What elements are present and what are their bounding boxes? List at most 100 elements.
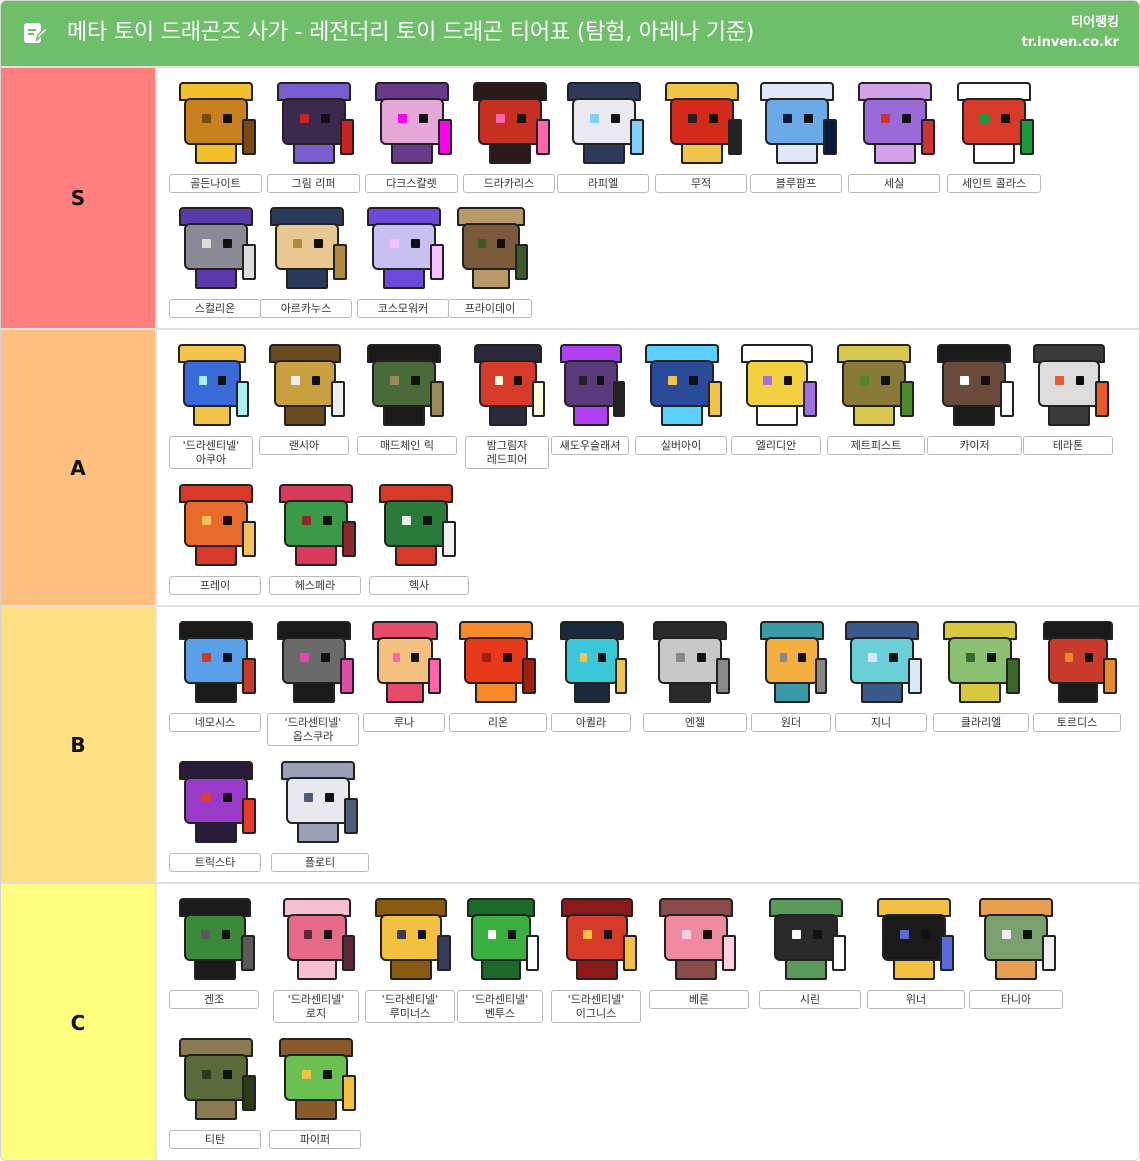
portrait-head — [284, 1053, 348, 1101]
portrait-eye — [959, 376, 969, 385]
dragon-card[interactable]: 아르카누스 — [260, 203, 352, 328]
dragon-card[interactable]: '드라센티넬' 루미너스 — [365, 894, 455, 1034]
dragon-card[interactable]: 겐조 — [169, 894, 259, 1034]
dragon-portrait — [172, 78, 260, 168]
dragon-card[interactable]: 세인트 콜라스 — [947, 78, 1041, 203]
dragon-card[interactable]: 헥사 — [369, 480, 469, 605]
dragon-card[interactable]: 파이퍼 — [269, 1034, 361, 1159]
portrait-eye — [1055, 376, 1064, 385]
dragon-portrait — [560, 78, 648, 168]
dragon-portrait — [172, 203, 260, 293]
dragon-name-tag: '드라센티넬' 아쿠아 — [169, 436, 253, 469]
dragon-card[interactable]: 지니 — [835, 617, 927, 757]
portrait-eye — [389, 376, 399, 385]
dragon-name: 헥사 — [408, 578, 430, 592]
dragon-card[interactable]: 리온 — [449, 617, 547, 757]
dragon-card[interactable]: 위너 — [867, 894, 965, 1034]
portrait-body — [390, 958, 432, 981]
portrait-head — [1038, 359, 1100, 407]
portrait-body — [285, 267, 329, 290]
dragon-card[interactable]: '드라센티넬' 옵스쿠라 — [267, 617, 359, 757]
dragon-name-tag: 카이저 — [927, 436, 1022, 455]
portrait-eye — [583, 930, 592, 939]
dragon-card[interactable]: 루나 — [363, 617, 445, 757]
dragon-card[interactable]: 그림 리퍼 — [267, 78, 360, 203]
dragon-card[interactable]: 플로티 — [271, 757, 369, 882]
portrait-prop — [515, 244, 528, 281]
portrait-eye — [314, 239, 323, 248]
dragon-name: 제트피스트 — [850, 438, 902, 452]
dragon-card[interactable]: 베론 — [649, 894, 749, 1034]
dragon-card[interactable]: 스컬리온 — [169, 203, 261, 328]
dragon-card[interactable]: 라피엘 — [557, 78, 649, 203]
dragon-name: 원더 — [780, 715, 802, 729]
dragon-card[interactable]: 트릭스타 — [169, 757, 261, 882]
dragon-card[interactable]: 프라이데이 — [448, 203, 532, 328]
portrait-prop — [240, 935, 255, 972]
portrait-prop — [716, 658, 731, 695]
dragon-card[interactable]: 네모시스 — [169, 617, 261, 757]
portrait-body — [194, 267, 238, 290]
portrait-body — [194, 1098, 238, 1121]
dragon-name-line2: 레드피어 — [486, 452, 528, 466]
dragon-card[interactable]: 아퀼라 — [551, 617, 631, 757]
portrait-eye — [902, 114, 911, 123]
dragon-card[interactable]: 코스모워커 — [357, 203, 449, 328]
portrait-prop — [242, 244, 257, 281]
dragon-card[interactable]: 시린 — [759, 894, 861, 1034]
dragon-card[interactable]: 세실 — [848, 78, 940, 203]
portrait-eye — [323, 930, 332, 939]
dragon-name: 섀도우슬래셔 — [559, 438, 621, 452]
dragon-name: 루나 — [393, 715, 415, 729]
portrait-eye — [321, 114, 330, 123]
portrait-body — [194, 958, 236, 981]
dragon-name-tag: 리온 — [449, 713, 547, 732]
dragon-card[interactable]: 티탄 — [169, 1034, 261, 1159]
portrait-prop — [1020, 119, 1035, 156]
dragon-card[interactable]: 랜시아 — [259, 340, 349, 480]
dragon-card[interactable]: '드라센티넬' 아쿠아 — [169, 340, 253, 480]
dragon-card[interactable]: 헤스페라 — [269, 480, 361, 605]
dragon-card[interactable]: 섀도우슬래셔 — [551, 340, 629, 480]
portrait-body — [194, 544, 238, 567]
dragon-name: 토르디스 — [1056, 715, 1098, 729]
dragon-name: 프라이데이 — [464, 301, 516, 315]
dragon-card[interactable]: 매드체인 릭 — [357, 340, 457, 480]
dragon-card[interactable]: 엔젤 — [643, 617, 747, 757]
dragon-name: 파이퍼 — [299, 1132, 331, 1146]
dragon-card[interactable]: 무적 — [655, 78, 747, 203]
dragon-card[interactable]: 엘리디안 — [731, 340, 821, 480]
portrait-eye — [1075, 376, 1085, 385]
dragon-card[interactable]: 원더 — [751, 617, 831, 757]
site-brand[interactable]: 티어랭킹 tr.inven.co.kr — [1021, 13, 1119, 53]
dragon-card[interactable]: 블루팜프 — [750, 78, 842, 203]
tier-items: 겐조 '드라센티넬' 로지 '드라센티넬' 루미너스 '드라센티넬' 벤투스 '드라센티넬' 이… — [159, 884, 1139, 1160]
dragon-card[interactable]: '드라센티넬' 로지 — [273, 894, 359, 1034]
dragon-card[interactable]: 드라카리스 — [463, 78, 555, 203]
dragon-card[interactable]: 타니아 — [969, 894, 1063, 1034]
dragon-portrait — [172, 617, 260, 707]
portrait-eye — [507, 930, 516, 939]
portrait-prop — [430, 381, 445, 418]
dragon-card[interactable]: 토르디스 — [1033, 617, 1121, 757]
dragon-name: 클라리엘 — [960, 715, 1002, 729]
dragon-card[interactable]: 실버아이 — [635, 340, 727, 480]
portrait-eye — [689, 376, 698, 385]
dragon-name-line2: 옵스쿠라 — [292, 729, 334, 743]
dragon-card[interactable]: 클라리엘 — [933, 617, 1029, 757]
portrait-body — [668, 681, 712, 704]
dragon-name: 네모시스 — [194, 715, 236, 729]
dragon-card[interactable]: 밤그림자 레드피어 — [465, 340, 549, 480]
portrait-eye — [965, 653, 975, 662]
dragon-name: 프레이 — [199, 578, 231, 592]
dragon-card[interactable]: 카이저 — [927, 340, 1022, 480]
dragon-card[interactable]: 제트피스트 — [827, 340, 925, 480]
portrait-prop — [802, 381, 817, 418]
portrait-eye — [1001, 930, 1011, 939]
dragon-card[interactable]: 테라톤 — [1023, 340, 1113, 480]
dragon-card[interactable]: 다크스칼렛 — [365, 78, 458, 203]
dragon-card[interactable]: 골든나이트 — [169, 78, 262, 203]
dragon-card[interactable]: 프레이 — [169, 480, 261, 605]
dragon-card[interactable]: '드라센티넬' 이그니스 — [551, 894, 641, 1034]
dragon-card[interactable]: '드라센티넬' 벤투스 — [457, 894, 543, 1034]
